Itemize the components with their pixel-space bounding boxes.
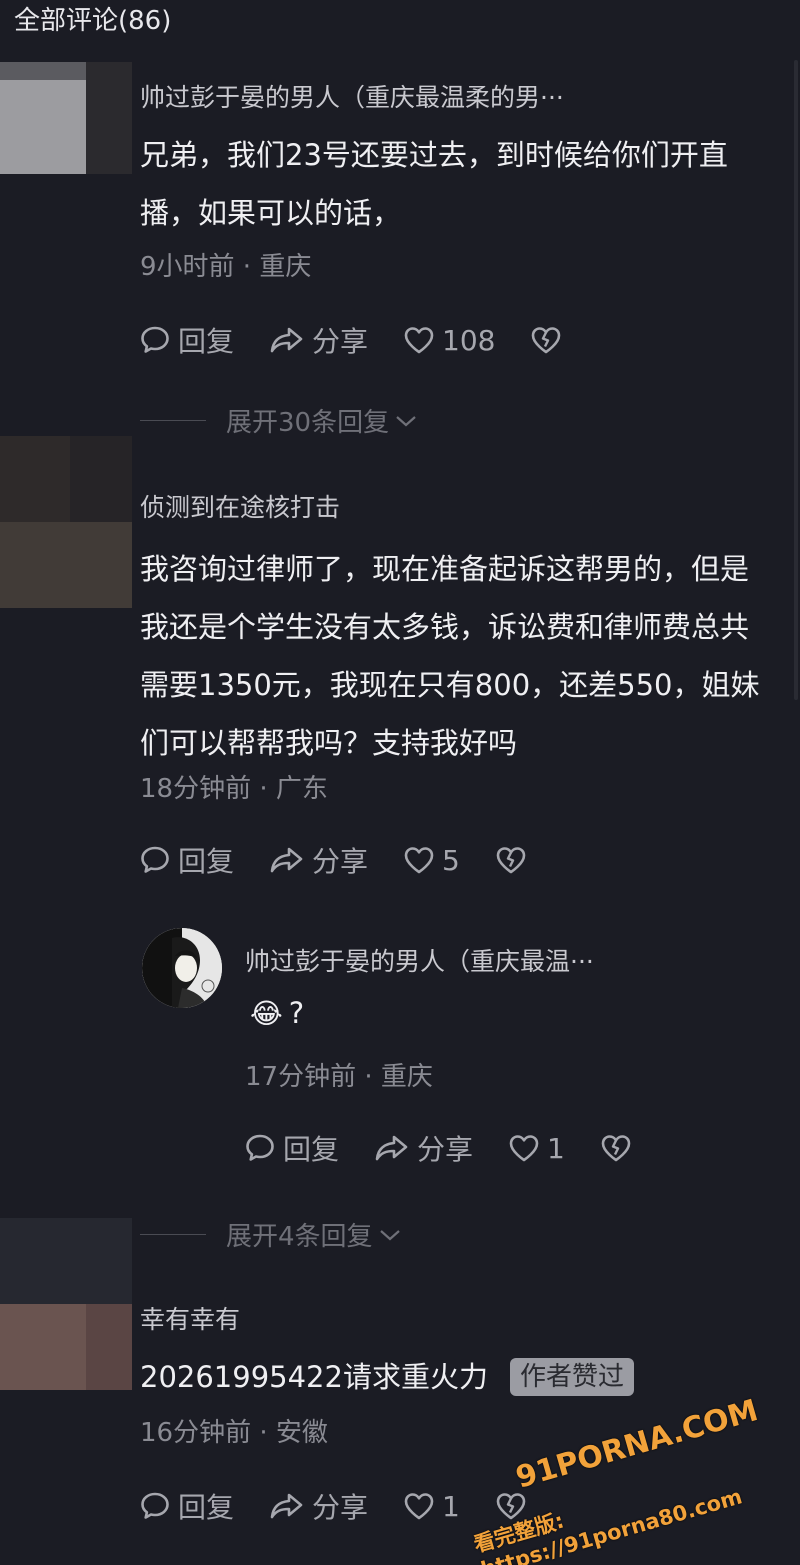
author-liked-badge: 作者赞过 (509, 1358, 634, 1396)
comment-text: 我咨询过律师了，现在准备起诉这帮男的，但是我还是个学生没有太多钱，诉讼费和律师费… (140, 552, 760, 760)
anime-avatar-image (142, 928, 222, 1008)
avatar[interactable] (0, 436, 132, 608)
avatar[interactable] (0, 1218, 132, 1390)
comment-bubble-icon (141, 1492, 169, 1519)
like-count: 1 (547, 1131, 565, 1165)
expand-replies-label: 展开30条回复 (226, 408, 390, 438)
like-button[interactable]: 1 (507, 1131, 565, 1165)
broken-heart-icon (532, 327, 561, 354)
share-arrow-icon (270, 847, 303, 873)
reply-button[interactable]: 回复 (138, 840, 234, 880)
reply-username[interactable]: 帅过彭于晏的男人（重庆最温··· (245, 942, 594, 978)
reply-button[interactable]: 回复 (138, 1486, 234, 1526)
share-label: 分享 (312, 1491, 369, 1524)
comment-meta: 9小时前 · 重庆 (140, 252, 312, 282)
dislike-button[interactable] (494, 843, 534, 877)
reply-text-row: 😂 ? (250, 996, 304, 1030)
like-button[interactable]: 5 (402, 843, 460, 877)
broken-heart-icon (496, 847, 526, 874)
reply-label: 回复 (178, 325, 235, 358)
comment-actions: 回复 分享 5 (138, 840, 568, 880)
expand-replies-button[interactable]: 展开4条回复 (140, 1216, 403, 1253)
comment-username[interactable]: 帅过彭于晏的男人（重庆最温柔的男··· (140, 78, 564, 114)
reply-label: 回复 (178, 845, 235, 878)
comments-page: 全部评论(86) 帅过彭于晏的男人（重庆最温柔的男··· 兄弟，我们23号还要过… (0, 0, 800, 1565)
chevron-down-icon (396, 415, 416, 426)
comments-header-title: 全部评论(86) (14, 6, 172, 36)
share-arrow-icon (270, 1493, 303, 1519)
share-button[interactable]: 分享 (268, 320, 368, 360)
share-label: 分享 (312, 845, 369, 878)
share-button[interactable]: 分享 (268, 840, 368, 880)
avatar[interactable] (0, 62, 132, 174)
chevron-down-icon (379, 1229, 400, 1240)
dislike-button[interactable] (529, 323, 569, 357)
like-count: 5 (442, 843, 460, 877)
scrollbar[interactable] (794, 60, 798, 700)
heart-icon (509, 1135, 539, 1162)
like-count: 108 (442, 323, 496, 357)
share-button[interactable]: 分享 (373, 1128, 473, 1168)
share-label: 分享 (417, 1133, 474, 1166)
comment-actions: 回复 分享 108 (138, 320, 603, 360)
share-label: 分享 (312, 325, 369, 358)
comment-bubble-icon (141, 846, 169, 873)
comment-text-row: 20261995422请求重火力 作者赞过 (140, 1348, 770, 1406)
heart-icon (404, 327, 434, 354)
reply-button[interactable]: 回复 (138, 320, 234, 360)
reply-actions: 回复 分享 1 (243, 1128, 673, 1168)
reply-button[interactable]: 回复 (243, 1128, 339, 1168)
reply-text: ? (288, 996, 305, 1030)
share-arrow-icon (270, 327, 303, 353)
share-arrow-icon (375, 1135, 408, 1161)
comment-text: 兄弟，我们23号还要过去，到时候给你们开直播，如果可以的话， (140, 138, 728, 230)
divider-line (140, 1234, 206, 1235)
heart-icon (404, 1493, 434, 1520)
comment-bubble-icon (246, 1134, 274, 1161)
share-button[interactable]: 分享 (268, 1486, 368, 1526)
like-button[interactable]: 1 (402, 1489, 460, 1523)
broken-heart-icon (601, 1135, 631, 1162)
comment-username[interactable]: 幸有幸有 (140, 1300, 240, 1336)
dislike-button[interactable] (599, 1131, 639, 1165)
comment-meta: 16分钟前 · 安徽 (140, 1418, 328, 1448)
reply-label: 回复 (178, 1491, 235, 1524)
expand-replies-button[interactable]: 展开30条回复 (140, 402, 419, 439)
heart-icon (404, 847, 434, 874)
reply-meta: 17分钟前 · 重庆 (245, 1062, 433, 1092)
like-button[interactable]: 108 (402, 323, 495, 357)
comment-bubble-icon (141, 326, 169, 353)
reply-label: 回复 (283, 1133, 340, 1166)
comment-username[interactable]: 侦测到在途核打击 (140, 488, 340, 524)
reply-avatar[interactable] (142, 928, 222, 1008)
expand-replies-label: 展开4条回复 (226, 1222, 373, 1252)
divider-line (140, 420, 206, 421)
comment-meta: 18分钟前 · 广东 (140, 774, 328, 804)
like-count: 1 (442, 1489, 460, 1523)
comment-text: 20261995422请求重火力 (140, 1360, 488, 1394)
laughing-crying-emoji: 😂 (250, 996, 283, 1030)
